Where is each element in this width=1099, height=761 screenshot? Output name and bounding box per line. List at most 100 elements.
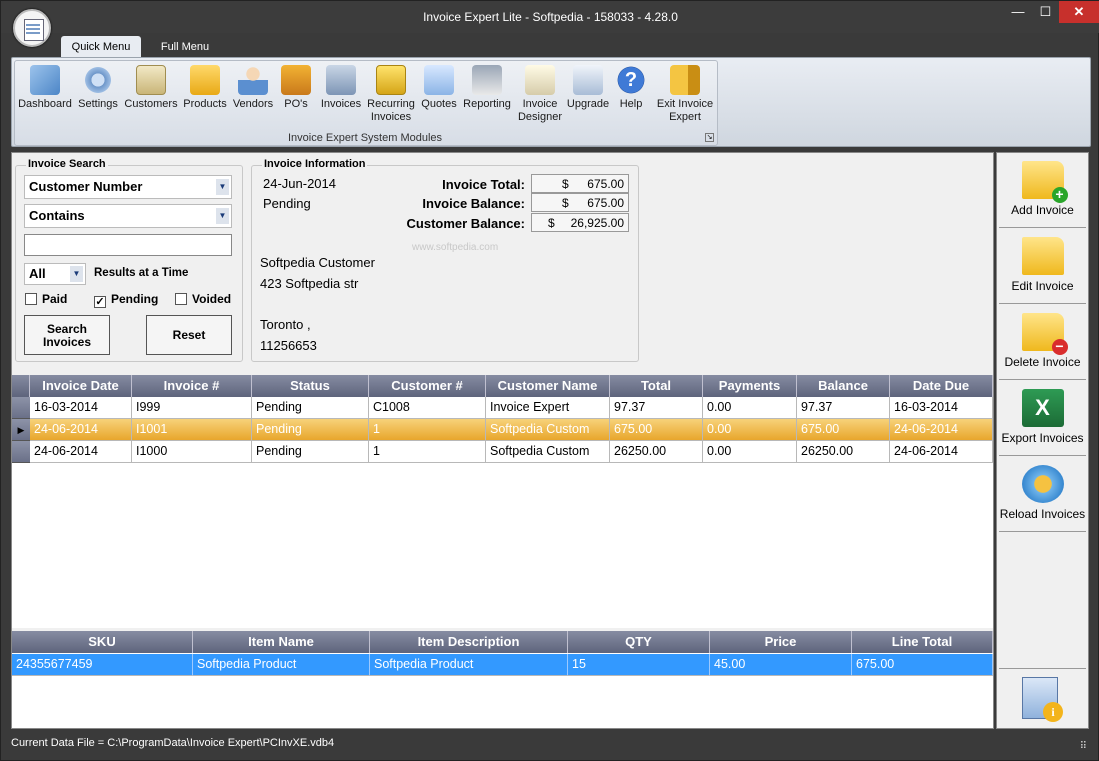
invoice-balance-label: Invoice Balance: [422,196,525,211]
module-reporting[interactable]: Reporting [461,65,513,111]
invoice-status: Pending [263,196,311,211]
cell: 24-06-2014 [30,419,132,441]
col-status[interactable]: Status [252,375,369,397]
col-total[interactable]: Total [610,375,703,397]
help-icon: ? [616,65,646,95]
module-invoice-designer[interactable]: Invoice Designer [515,65,565,124]
table-row[interactable]: 24-06-2014 I1000 Pending 1 Softpedia Cus… [12,441,993,463]
tab-quick-menu[interactable]: Quick Menu [61,36,141,58]
module-help[interactable]: ? Help [613,65,649,111]
customer-name: Softpedia Customer [260,255,375,270]
col-item-description[interactable]: Item Description [370,631,568,653]
upgrade-icon [573,65,603,95]
dialog-launcher-icon[interactable]: ↘ [705,133,714,142]
products-icon [190,65,220,95]
module-purchase-orders[interactable]: PO's [279,65,313,111]
module-customers[interactable]: Customers [123,65,179,111]
col-line-total[interactable]: Line Total [852,631,993,653]
cell: 24-06-2014 [30,441,132,463]
col-customer-number[interactable]: Customer # [369,375,486,397]
invoice-balance-value: $ 675.00 [531,193,629,212]
add-invoice-button[interactable]: + Add Invoice [999,155,1086,228]
quotes-icon [424,65,454,95]
search-operator-select[interactable]: Contains ▼ [24,204,232,228]
settings-icon [83,65,113,95]
checkbox-box [25,293,37,305]
edit-invoice-label: Edit Invoice [1011,279,1074,293]
module-settings[interactable]: Settings [75,65,121,111]
vendors-icon [238,65,268,95]
tab-full-menu[interactable]: Full Menu [149,36,221,58]
module-exit[interactable]: Exit Invoice Expert [653,65,717,124]
reload-invoices-button[interactable]: Reload Invoices [999,459,1086,532]
cell: C1008 [369,397,486,419]
search-invoices-button[interactable]: Search Invoices [24,315,110,355]
main-panel: Invoice Search Customer Number ▼ Contain… [11,152,994,729]
cell: 0.00 [703,419,797,441]
module-vendors[interactable]: Vendors [231,65,275,111]
col-invoice-date[interactable]: Invoice Date [30,375,132,397]
col-balance[interactable]: Balance [797,375,890,397]
pending-checkbox[interactable]: ✓ Pending [94,292,158,308]
module-recurring-invoices[interactable]: Recurring Invoices [365,65,417,124]
edit-invoice-button[interactable]: Edit Invoice [999,231,1086,304]
col-payments[interactable]: Payments [703,375,797,397]
cell: 24355677459 [12,654,193,676]
module-label: PO's [284,98,308,110]
voided-checkbox[interactable]: Voided [175,292,231,306]
col-date-due[interactable]: Date Due [890,375,993,397]
delete-invoice-button[interactable]: − Delete Invoice [999,307,1086,380]
cell: 97.37 [610,397,703,419]
resize-grip-icon[interactable]: ⠿ [1080,736,1087,758]
invoice-total-amount: 675.00 [587,177,624,191]
ribbon: Dashboard Settings Customers Products Ve… [11,57,1091,147]
customer-address: 423 Softpedia str [260,276,359,291]
col-invoice-number[interactable]: Invoice # [132,375,252,397]
line-items-grid: SKU Item Name Item Description QTY Price… [12,631,993,728]
app-menu-icon[interactable] [13,9,51,47]
results-count-value: All [29,266,46,281]
invoice-balance-amount: 675.00 [587,196,624,210]
cell: 675.00 [852,654,993,676]
results-count-select[interactable]: All ▼ [24,263,86,285]
grid-corner [12,375,30,397]
module-invoices[interactable]: Invoices [319,65,363,111]
col-price[interactable]: Price [710,631,852,653]
module-quotes[interactable]: Quotes [419,65,459,111]
cell: 1 [369,441,486,463]
pending-label: Pending [111,292,159,306]
row-header[interactable] [12,441,30,463]
row-header[interactable] [12,397,30,419]
export-invoices-label: Export Invoices [1001,431,1084,445]
col-qty[interactable]: QTY [568,631,710,653]
chevron-down-icon: ▼ [216,179,229,195]
cell: 45.00 [710,654,852,676]
search-field-select[interactable]: Customer Number ▼ [24,175,232,199]
module-dashboard[interactable]: Dashboard [17,65,73,111]
close-button[interactable]: ✕ [1059,1,1099,23]
export-invoices-button[interactable]: X Export Invoices [999,383,1086,456]
results-label: Results at a Time [94,267,189,279]
cell: 0.00 [703,397,797,419]
col-sku[interactable]: SKU [12,631,193,653]
cell: Pending [252,441,369,463]
module-label: Dashboard [18,98,72,110]
col-customer-name[interactable]: Customer Name [486,375,610,397]
ribbon-group-caption: Invoice Expert System Modules [287,132,443,144]
watermark: www.softpedia.com [412,242,499,253]
reset-button[interactable]: Reset [146,315,232,355]
module-upgrade[interactable]: Upgrade [565,65,611,111]
paid-checkbox[interactable]: Paid [25,292,67,306]
table-row-selected[interactable]: 24355677459 Softpedia Product Softpedia … [12,654,993,676]
maximize-button[interactable]: ☐ [1032,1,1059,23]
search-input[interactable] [24,234,232,256]
info-icon[interactable]: i [1022,677,1063,722]
current-row-arrow-icon[interactable]: ▶ [12,419,30,441]
table-row-selected[interactable]: ▶ 24-06-2014 I1001 Pending 1 Softpedia C… [12,419,993,441]
table-row[interactable]: 16-03-2014 I999 Pending C1008 Invoice Ex… [12,397,993,419]
minimize-button[interactable]: — [1004,1,1032,23]
col-item-name[interactable]: Item Name [193,631,370,653]
invoice-total-label: Invoice Total: [442,177,525,192]
module-products[interactable]: Products [181,65,229,111]
currency-symbol: $ [562,196,569,210]
